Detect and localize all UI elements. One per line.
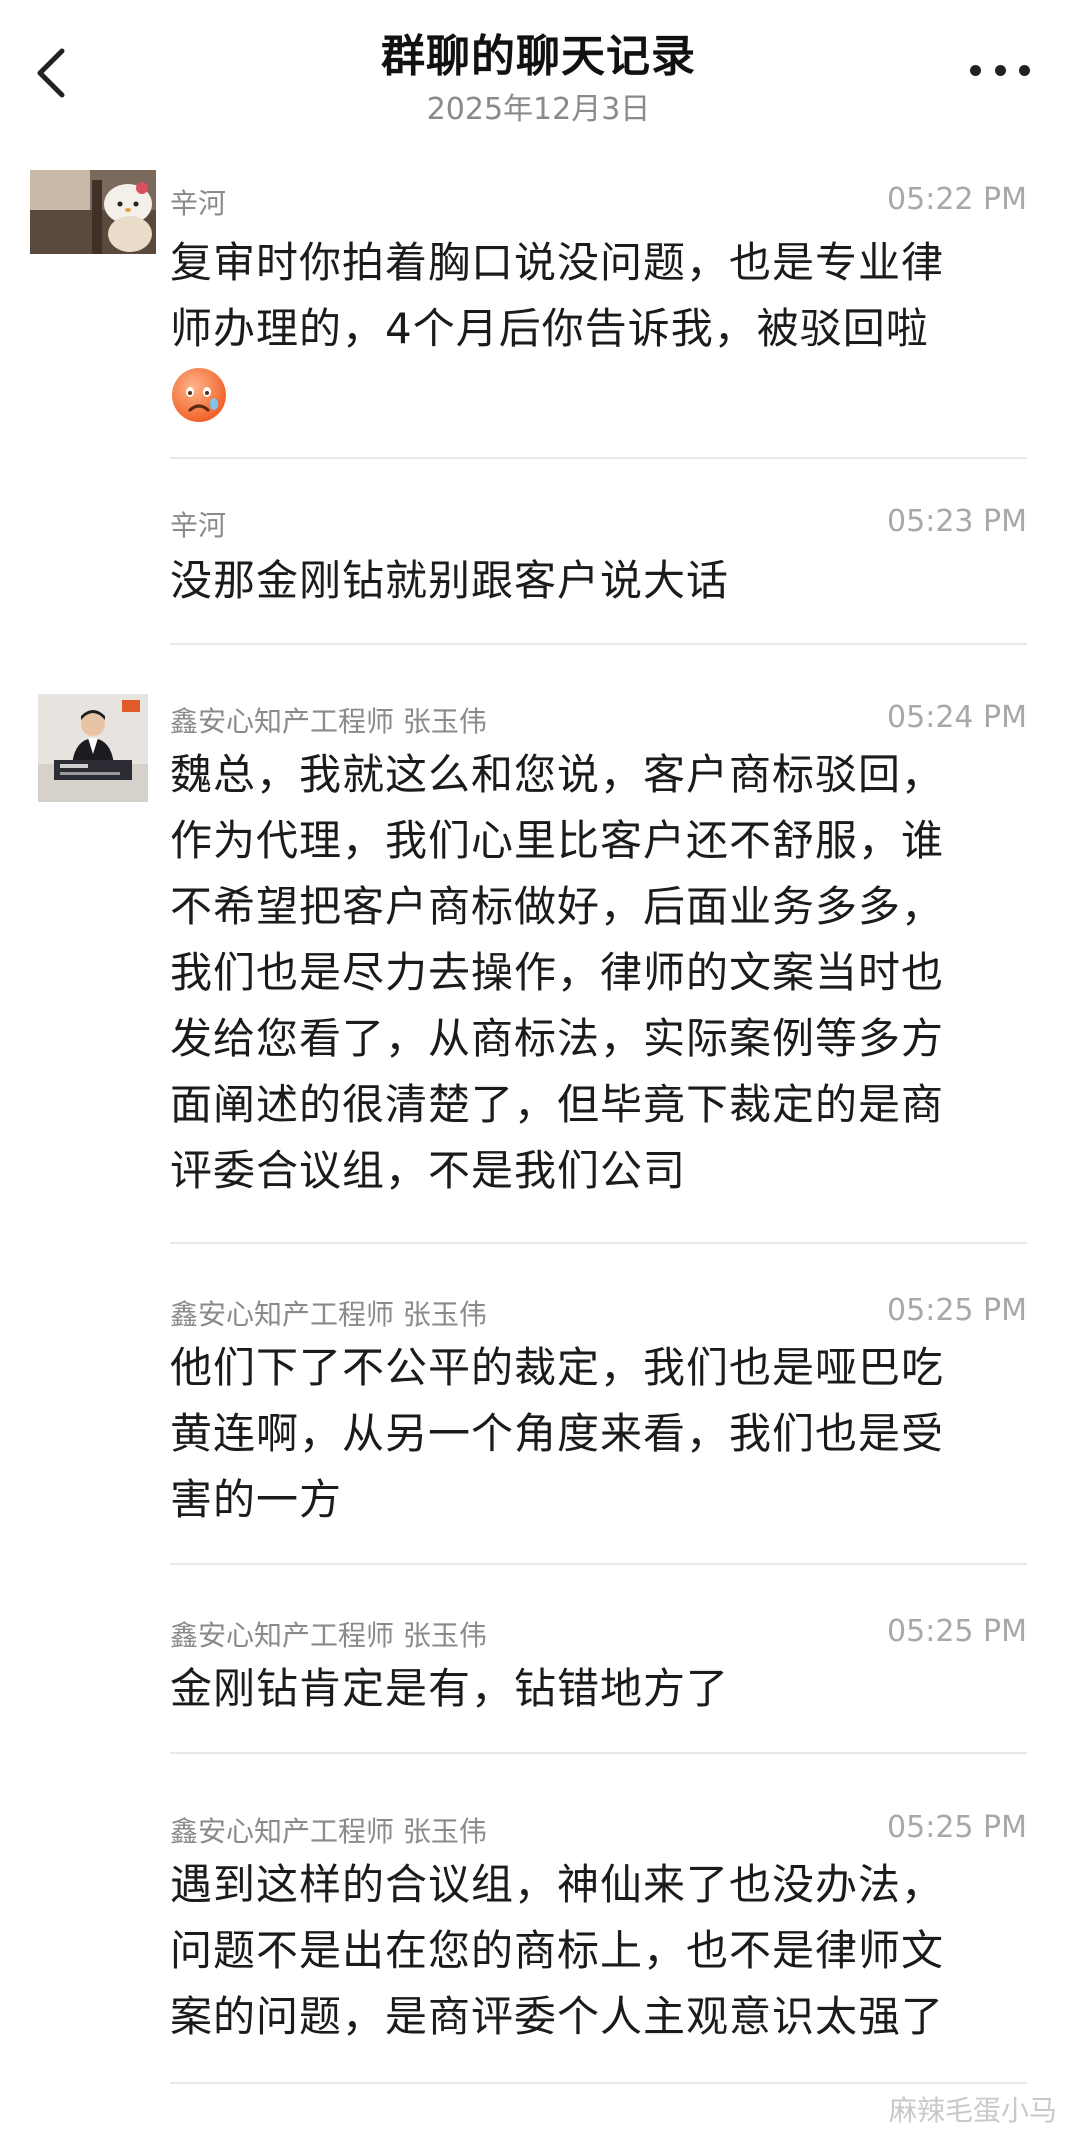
avatar[interactable] [30,170,156,254]
message-line: 他们下了不公平的裁定，我们也是哑巴吃 [170,1343,945,1392]
message-line: 作为代理，我们心里比客户还不舒服，谁 [170,816,945,865]
message-line: 评委合议组，不是我们公司 [170,1146,687,1195]
message-divider [170,1242,1027,1244]
message-line: 发给您看了，从商标法，实际案例等多方 [170,1014,945,1063]
chat-message: 鑫安心知产工程师 张玉伟 05:25 PM 他们下了不公平的裁定，我们也是哑巴吃… [0,1283,1077,1553]
avatar-hello-kitty-image [30,170,156,254]
message-text: 魏总，我就这么和您说，客户商标驳回， 作为代理，我们心里比客户还不舒服，谁 不希… [170,742,1015,1204]
page-date: 2025年12月3日 [426,92,651,127]
message-line: 没那金刚钻就别跟客户说大话 [170,556,730,605]
message-line: 复审时你拍着胸口说没问题，也是专业律 [170,238,945,287]
message-line: 魏总，我就这么和您说，客户商标驳回， [170,750,945,799]
sender-name: 鑫安心知产工程师 张玉伟 [170,1619,487,1652]
more-dot [1019,64,1030,76]
avatar[interactable] [38,694,148,802]
message-line: 害的一方 [170,1475,343,1524]
sad-face-icon [172,368,226,422]
sender-name: 鑫安心知产工程师 张玉伟 [170,705,487,738]
chat-message: 鑫安心知产工程师 张玉伟 05:25 PM 金刚钻肯定是有，钻错地方了 [0,1604,1077,1744]
message-time: 05:22 PM [887,182,1027,217]
message-divider [170,1752,1027,1754]
message-divider [170,2082,1027,2084]
message-time: 05:24 PM [887,700,1027,735]
message-line: 师办理的，4个月后你告诉我，被驳回啦 [170,304,929,353]
more-button[interactable] [970,58,1030,82]
message-divider [170,457,1027,459]
sender-name: 辛河 [170,187,227,220]
sender-name: 鑫安心知产工程师 张玉伟 [170,1298,487,1331]
sad-face-emoji [170,362,1015,428]
message-line: 面阐述的很清楚了，但毕竟下裁定的是商 [170,1080,945,1129]
message-time: 05:23 PM [887,504,1027,539]
message-text: 遇到这样的合议组，神仙来了也没办法， 问题不是出在您的商标上，也不是律师文 案的… [170,1852,1015,2050]
message-text: 他们下了不公平的裁定，我们也是哑巴吃 黄连啊，从另一个角度来看，我们也是受 害的… [170,1335,1015,1533]
message-line: 问题不是出在您的商标上，也不是律师文 [170,1926,945,1975]
message-line: 案的问题，是商评委个人主观意识太强了 [170,1992,945,2041]
message-line: 金刚钻肯定是有，钻错地方了 [170,1664,730,1713]
message-text: 没那金刚钻就别跟客户说大话 [170,548,1015,614]
sender-name: 鑫安心知产工程师 张玉伟 [170,1815,487,1848]
message-time: 05:25 PM [887,1810,1027,1845]
message-line: 遇到这样的合议组，神仙来了也没办法， [170,1860,945,1909]
message-line: 我们也是尽力去操作，律师的文案当时也 [170,948,945,997]
message-line: 黄连啊，从另一个角度来看，我们也是受 [170,1409,945,1458]
page-title: 群聊的聊天记录 [381,31,696,82]
message-text: 金刚钻肯定是有，钻错地方了 [170,1656,1015,1722]
chat-message: 辛河 05:22 PM 复审时你拍着胸口说没问题，也是专业律 师办理的，4个月后… [0,170,1077,455]
chat-message: 鑫安心知产工程师 张玉伟 05:24 PM 魏总，我就这么和您说，客户商标驳回，… [0,690,1077,1230]
message-time: 05:25 PM [887,1293,1027,1328]
message-divider [170,643,1027,645]
chat-message: 鑫安心知产工程师 张玉伟 05:25 PM 遇到这样的合议组，神仙来了也没办法，… [0,1800,1077,2070]
chat-message: 辛河 05:23 PM 没那金刚钻就别跟客户说大话 [0,494,1077,634]
more-dot [970,64,981,76]
more-dot [994,64,1006,76]
message-text: 复审时你拍着胸口说没问题，也是专业律 师办理的，4个月后你告诉我，被驳回啦 [170,230,1015,428]
avatar-person-image [38,694,148,802]
sender-name: 辛河 [170,509,227,542]
watermark: 麻辣毛蛋小马 [888,2094,1057,2127]
message-line: 不希望把客户商标做好，后面业务多多， [170,882,945,931]
message-divider [170,1563,1027,1565]
message-time: 05:25 PM [887,1614,1027,1649]
header-bar: 群聊的聊天记录 2025年12月3日 [0,0,1077,150]
